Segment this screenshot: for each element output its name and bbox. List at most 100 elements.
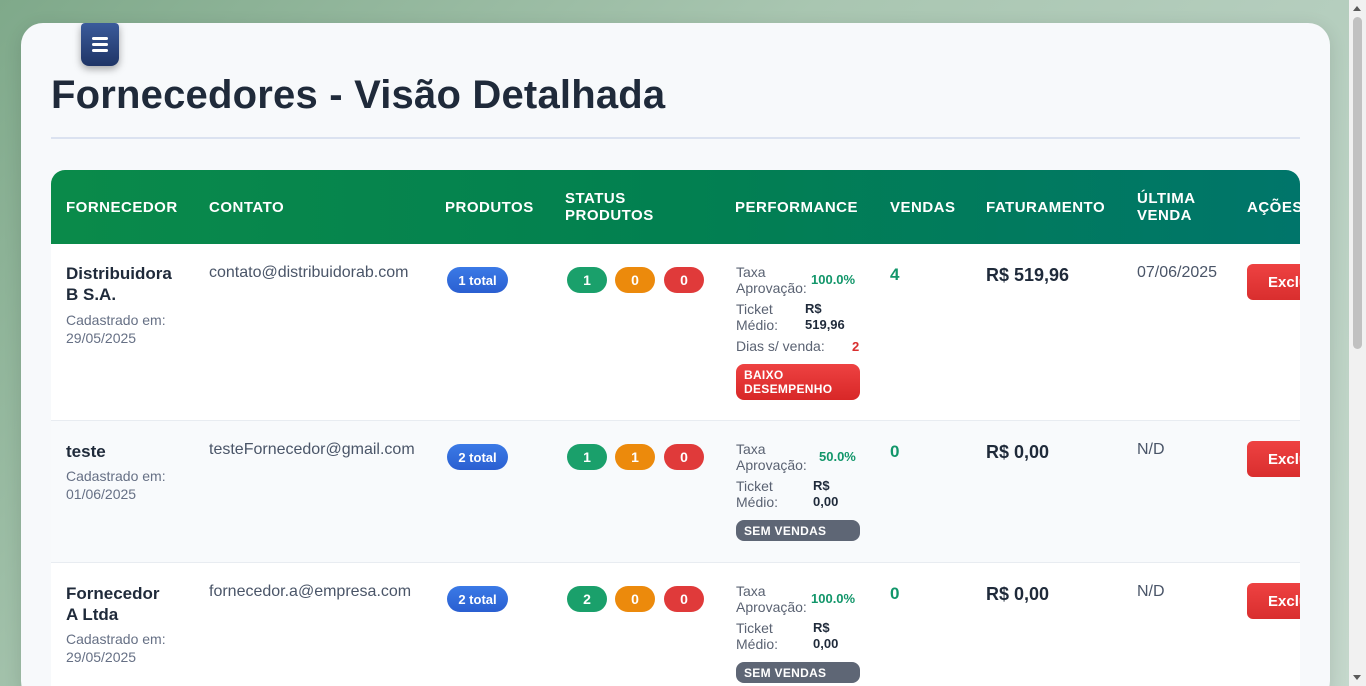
registered-date: 01/06/2025	[66, 486, 137, 502]
registered-label: Cadastrado em:	[66, 631, 166, 647]
revenue-value: R$ 0,00	[986, 584, 1050, 604]
days-without-sale-label: Dias s/ venda:	[736, 338, 825, 354]
header-status-produtos[interactable]: STATUS PRODUTOS	[565, 170, 654, 244]
table-row: teste Cadastrado em: 01/06/2025 testeFor…	[51, 421, 1300, 563]
ticket-label: Ticket Médio:	[736, 301, 778, 333]
ticket-value-line1: R$	[805, 301, 822, 316]
approval-rate-value: 100.0%	[811, 591, 856, 606]
registered-date: 29/05/2025	[66, 649, 137, 665]
supplier-registered: Cadastrado em: 29/05/2025	[66, 311, 166, 347]
last-sale-date: N/D	[1137, 583, 1165, 600]
delete-button[interactable]: Excluir	[1247, 264, 1300, 300]
approval-rate-value: 100.0%	[811, 272, 856, 287]
header-performance[interactable]: PERFORMANCE	[735, 170, 858, 244]
header-contato[interactable]: CONTATO	[209, 170, 284, 244]
approval-label-line2: Aprovação:	[736, 599, 807, 615]
status-active-badge: 1	[567, 267, 607, 293]
supplier-registered: Cadastrado em: 29/05/2025	[66, 630, 166, 666]
performance-badge-line2: DESEMPENHO	[744, 382, 833, 396]
sales-count: 0	[890, 584, 900, 603]
header-ultima-line2: VENDA	[1137, 207, 1193, 224]
table-header: FORNECEDOR CONTATO PRODUTOS STATUS PRODU…	[51, 170, 1300, 244]
performance-badge-line1: BAIXO	[744, 368, 784, 382]
sales-count: 0	[890, 442, 900, 461]
header-vendas[interactable]: VENDAS	[890, 170, 956, 244]
table-row: Fornecedor A Ltda Cadastrado em: 29/05/2…	[51, 563, 1300, 686]
hamburger-icon-bar	[92, 49, 108, 52]
header-ultima-venda[interactable]: ÚLTIMA VENDA	[1137, 170, 1196, 244]
delete-button[interactable]: Excluir	[1247, 441, 1300, 477]
ticket-label-line2: Médio:	[736, 636, 779, 652]
page-scrollbar[interactable]	[1349, 0, 1366, 686]
header-acoes: AÇÕES	[1247, 198, 1300, 216]
approval-rate-label: Taxa Aprovação:	[736, 264, 807, 296]
ticket-label-line1: Ticket	[736, 620, 773, 636]
ticket-label-line2: Médio:	[736, 494, 779, 510]
products-total-badge: 2 total	[447, 444, 508, 470]
registered-label: Cadastrado em:	[66, 312, 166, 328]
approval-label-line1: Taxa	[736, 264, 766, 280]
supplier-registered: Cadastrado em: 01/06/2025	[66, 467, 166, 503]
supplier-email: fornecedor.a@empresa.com	[209, 583, 412, 600]
registered-date: 29/05/2025	[66, 330, 137, 346]
hamburger-icon	[92, 37, 108, 40]
status-inactive-badge: 0	[664, 267, 704, 293]
table-row: Distribuidora B S.A. Cadastrado em: 29/0…	[51, 244, 1300, 421]
products-total-badge: 2 total	[447, 586, 508, 612]
ticket-value-line2: 519,96	[805, 317, 845, 332]
approval-label-line2: Aprovação:	[736, 457, 807, 473]
header-status-line1: STATUS	[565, 190, 626, 207]
supplier-name-line1: Fornecedor	[66, 584, 160, 603]
header-ultima-line1: ÚLTIMA	[1137, 190, 1196, 207]
status-active-badge: 2	[567, 586, 607, 612]
ticket-label-line1: Ticket	[736, 301, 773, 317]
ticket-value: R$ 519,96	[805, 301, 845, 333]
ticket-label-line2: Médio:	[736, 317, 779, 333]
last-sale-date: 07/06/2025	[1137, 264, 1218, 281]
status-pending-badge: 0	[615, 586, 655, 612]
page-title: Fornecedores - Visão Detalhada	[51, 73, 666, 117]
revenue-value: R$ 519,96	[986, 265, 1070, 285]
scroll-up-icon[interactable]	[1353, 6, 1361, 11]
supplier-name: teste	[66, 442, 106, 461]
status-pending-badge: 1	[615, 444, 655, 470]
supplier-name-line2: A Ltda	[66, 605, 119, 624]
supplier-email: testeFornecedor@gmail.com	[209, 441, 415, 458]
performance-badge: SEM VENDAS	[736, 520, 860, 541]
title-divider	[51, 137, 1300, 139]
status-active-badge: 1	[567, 444, 607, 470]
header-faturamento[interactable]: FATURAMENTO	[986, 170, 1105, 244]
approval-label-line1: Taxa	[736, 583, 766, 599]
ticket-value: R$ 0,00	[813, 478, 838, 510]
products-total-badge: 1 total	[447, 267, 508, 293]
performance-badge: SEM VENDAS	[736, 662, 860, 683]
approval-rate-label: Taxa Aprovação:	[736, 441, 807, 473]
ticket-value-line2: 0,00	[813, 494, 839, 509]
status-inactive-badge: 0	[664, 444, 704, 470]
scroll-down-icon[interactable]	[1353, 675, 1361, 680]
scrollbar-thumb[interactable]	[1353, 17, 1362, 349]
sales-count: 4	[890, 265, 900, 284]
header-fornecedor[interactable]: FORNECEDOR	[66, 170, 178, 244]
suppliers-table: FORNECEDOR CONTATO PRODUTOS STATUS PRODU…	[51, 170, 1300, 686]
status-pending-badge: 0	[615, 267, 655, 293]
ticket-value-line1: R$	[813, 620, 830, 635]
days-without-sale-value: 2	[852, 339, 860, 354]
ticket-value: R$ 0,00	[813, 620, 838, 652]
ticket-label: Ticket Médio:	[736, 478, 778, 510]
supplier-name-line1: Distribuidora	[66, 264, 172, 283]
header-produtos[interactable]: PRODUTOS	[445, 170, 534, 244]
supplier-email: contato@distribuidorab.com	[209, 264, 409, 281]
delete-button[interactable]: Excluir	[1247, 583, 1300, 619]
supplier-name: Distribuidora B S.A.	[66, 263, 172, 305]
ticket-value-line1: R$	[813, 478, 830, 493]
approval-label-line1: Taxa	[736, 441, 766, 457]
last-sale-date: N/D	[1137, 441, 1165, 458]
revenue-value: R$ 0,00	[986, 442, 1050, 462]
approval-rate-value: 50.0%	[819, 449, 856, 464]
header-status-line2: PRODUTOS	[565, 207, 654, 224]
hamburger-icon-bar	[92, 43, 108, 46]
menu-button[interactable]	[81, 23, 119, 66]
ticket-label-line1: Ticket	[736, 478, 773, 494]
ticket-label: Ticket Médio:	[736, 620, 778, 652]
